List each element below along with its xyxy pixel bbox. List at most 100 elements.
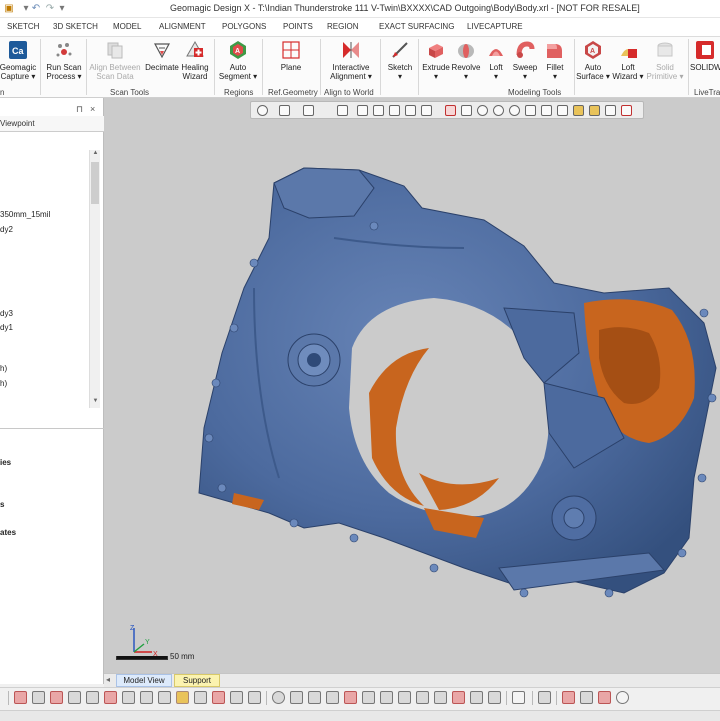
tree-item[interactable]: dy1: [0, 323, 13, 332]
scan-model[interactable]: [104, 98, 720, 673]
clip-icon[interactable]: [380, 691, 393, 704]
tab-sketch[interactable]: SKETCH: [7, 22, 39, 31]
region-display-icon[interactable]: [104, 691, 117, 704]
auto-surface-button[interactable]: A Auto Surface ▾: [574, 40, 612, 81]
vertex-display-icon[interactable]: [248, 691, 261, 704]
solidworks-button[interactable]: SOLIDW: [690, 40, 720, 72]
tree-item[interactable]: h): [0, 364, 7, 373]
snap-icon[interactable]: [580, 691, 593, 704]
property-section[interactable]: s: [0, 500, 4, 509]
solidworks-icon: [695, 40, 715, 60]
tree-item[interactable]: h): [0, 379, 7, 388]
sweep-button[interactable]: Sweep ▾: [511, 40, 539, 81]
measure-icon[interactable]: [452, 691, 465, 704]
orbit-icon[interactable]: [290, 691, 303, 704]
light-icon[interactable]: [272, 691, 285, 704]
tab-3d-sketch[interactable]: 3D SKETCH: [53, 22, 98, 31]
plane-button[interactable]: Plane: [270, 40, 312, 72]
run-scan-process-button[interactable]: Run Scan Process ▾: [44, 40, 84, 81]
tab-model[interactable]: MODEL: [113, 22, 141, 31]
point-icon[interactable]: [68, 691, 81, 704]
scroll-down-icon[interactable]: ▼: [91, 398, 100, 408]
grid-icon[interactable]: [562, 691, 575, 704]
help-icon[interactable]: [616, 691, 629, 704]
iso-view-icon[interactable]: [416, 691, 429, 704]
3d-viewport[interactable]: Z X Y 50 mm: [104, 98, 720, 673]
extrude-button[interactable]: Extrude ▾: [420, 40, 452, 81]
tree-item[interactable]: dy2: [0, 225, 13, 234]
tab-alignment[interactable]: ALIGNMENT: [159, 22, 206, 31]
tab-livecapture[interactable]: LIVECAPTURE: [467, 22, 523, 31]
document-icon[interactable]: [512, 691, 525, 704]
tree-item[interactable]: 350mm_15mil: [0, 210, 50, 219]
undo-icon[interactable]: ↶: [30, 3, 42, 15]
fillet-label: Fillet: [546, 63, 564, 72]
extrude-icon: [426, 40, 446, 60]
redo-icon[interactable]: ↷: [44, 3, 56, 15]
tab-exact-surfacing[interactable]: EXACT SURFACING: [379, 22, 454, 31]
tree-item[interactable]: dy3: [0, 309, 13, 318]
loft-icon: [486, 40, 506, 60]
scroll-up-icon[interactable]: ▲: [91, 150, 100, 160]
fillet-dropdown: ▾: [552, 72, 557, 81]
sketch-display-icon[interactable]: [122, 691, 135, 704]
deviation-icon[interactable]: [194, 691, 207, 704]
texture-icon[interactable]: [176, 691, 189, 704]
geomagic-capture-button[interactable]: Ca Geomagic Capture ▾: [0, 40, 38, 81]
settings-icon[interactable]: [538, 691, 551, 704]
edge-display-icon[interactable]: [230, 691, 243, 704]
decimate-label: Decimate: [145, 63, 179, 72]
scan-process-icon: [54, 40, 74, 60]
save-icon[interactable]: ▣: [3, 3, 15, 15]
menu-bar: SKETCH 3D SKETCH MODEL ALIGNMENT POLYGON…: [0, 18, 720, 36]
feature-display-icon[interactable]: [140, 691, 153, 704]
tab-support[interactable]: Support: [174, 674, 220, 687]
healing-label-1: Healing: [181, 63, 209, 72]
fillet-button[interactable]: Fillet ▾: [541, 40, 569, 81]
group-label-livetra: LiveTra: [694, 88, 720, 97]
section-icon[interactable]: [362, 691, 375, 704]
display-mode-icon[interactable]: [14, 691, 27, 704]
loft-button[interactable]: Loft ▾: [483, 40, 509, 81]
note-icon[interactable]: [488, 691, 501, 704]
auto-segment-button[interactable]: A Auto Segment ▾: [216, 40, 260, 81]
shaded-icon[interactable]: [32, 691, 45, 704]
tab-scroll-left-icon[interactable]: ◂: [106, 675, 110, 684]
solid-primitive-button[interactable]: Solid Primitive ▾: [646, 40, 684, 81]
annotation-icon[interactable]: [470, 691, 483, 704]
align-between-scan-data-button[interactable]: Align Between Scan Data: [86, 40, 144, 81]
pin-icon[interactable]: ⊓: [76, 104, 83, 115]
healing-wizard-button[interactable]: Healing Wizard: [178, 40, 212, 81]
tab-model-view[interactable]: Model View: [116, 674, 172, 687]
scroll-thumb[interactable]: [91, 162, 99, 204]
tab-region[interactable]: REGION: [327, 22, 359, 31]
loft-wizard-label-2: Wizard ▾: [612, 72, 644, 81]
body-display-icon[interactable]: [158, 691, 171, 704]
tree-scrollbar[interactable]: ▲ ▼: [89, 150, 100, 408]
mesh-icon[interactable]: [50, 691, 63, 704]
interactive-alignment-button[interactable]: Interactive Alignment ▾: [326, 40, 376, 81]
curvature-icon[interactable]: [86, 691, 99, 704]
revolve-dropdown: ▾: [463, 72, 468, 81]
revolve-button[interactable]: Revolve ▾: [451, 40, 481, 81]
quick-access-dropdown-icon[interactable]: ▾: [56, 3, 68, 15]
group-separator: [320, 39, 321, 95]
viewpoint-tab[interactable]: Viewpoint: [0, 116, 104, 132]
surface-display-icon[interactable]: [212, 691, 225, 704]
decimate-icon: [152, 40, 172, 60]
tab-polygons[interactable]: POLYGONS: [222, 22, 266, 31]
cube-view-icon[interactable]: [398, 691, 411, 704]
sketch-button[interactable]: Sketch ▾: [384, 40, 416, 81]
property-section[interactable]: ies: [0, 458, 11, 467]
loft-wizard-button[interactable]: Loft Wizard ▾: [610, 40, 646, 81]
zoom-icon[interactable]: [326, 691, 339, 704]
record-icon[interactable]: [598, 691, 611, 704]
tab-points[interactable]: POINTS: [283, 22, 313, 31]
decimate-button[interactable]: Decimate: [144, 40, 180, 72]
ortho-view-icon[interactable]: [434, 691, 447, 704]
group-separator: [380, 39, 381, 95]
close-icon[interactable]: ×: [90, 104, 95, 114]
property-section[interactable]: ates: [0, 528, 16, 537]
pan-icon[interactable]: [308, 691, 321, 704]
zoom-fit-icon[interactable]: [344, 691, 357, 704]
